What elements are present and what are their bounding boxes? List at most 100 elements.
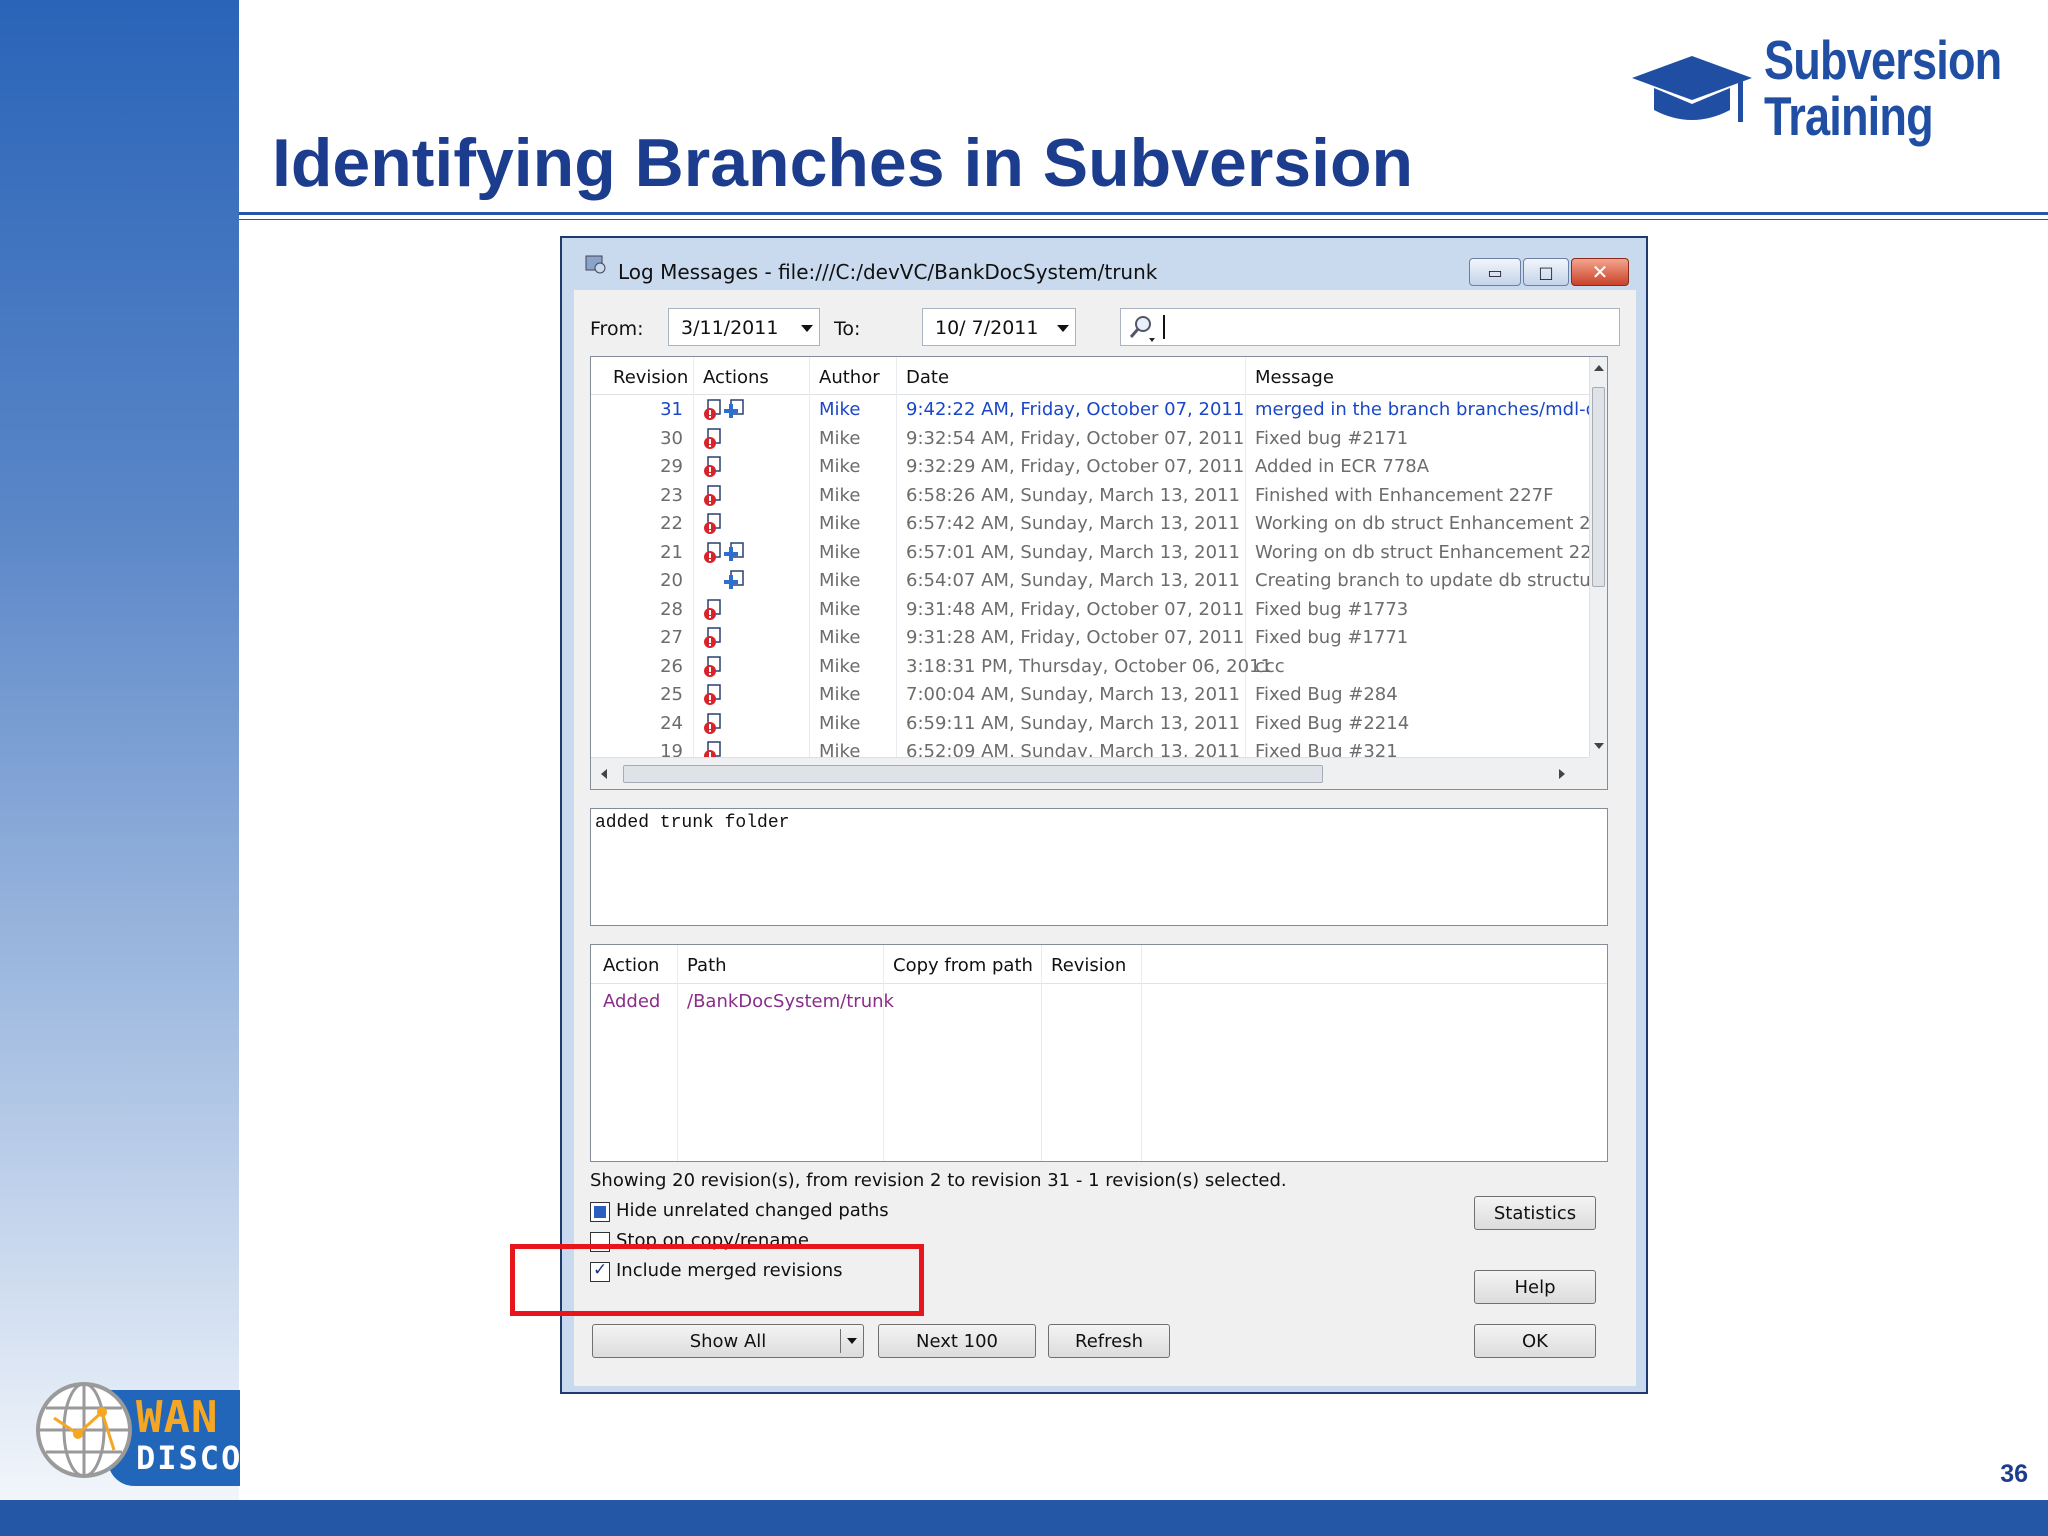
scroll-down-icon[interactable] [1594, 743, 1604, 749]
next-100-button[interactable]: Next 100 [878, 1324, 1036, 1358]
modified-icon [704, 684, 721, 705]
hide-unrelated-label[interactable]: Hide unrelated changed paths [616, 1200, 889, 1221]
row-message: Fixed bug #1773 [1255, 598, 1409, 620]
modified-icon [704, 484, 721, 506]
path-action[interactable]: Added [603, 991, 660, 1012]
row-date: 6:57:01 AM, Sunday, March 13, 2011 [906, 541, 1240, 563]
row-revision: 31 [660, 399, 683, 420]
row-actions [703, 655, 783, 683]
col-path-revision[interactable]: Revision [1051, 955, 1126, 976]
row-revision: 24 [660, 712, 683, 734]
col-copy-from-path[interactable]: Copy from path [893, 955, 1033, 976]
changed-paths-list[interactable]: Action Path Copy from path Revision Adde… [590, 944, 1608, 1162]
close-button[interactable]: ✕ [1571, 258, 1629, 286]
row-actions [703, 484, 783, 512]
row-date: 9:31:48 AM, Friday, October 07, 2011 [906, 598, 1245, 620]
path-value[interactable]: /BankDocSystem/trunk [687, 991, 894, 1012]
globe-icon [36, 1382, 132, 1478]
left-gradient-bar [0, 0, 239, 1500]
row-actions [703, 712, 783, 740]
row-author: Mike [819, 655, 861, 677]
from-date-picker[interactable]: 3/11/2011 [668, 308, 820, 346]
modified-icon [704, 513, 721, 534]
maximize-button[interactable]: □ [1523, 258, 1569, 286]
status-text: Showing 20 revision(s), from revision 2 … [590, 1170, 1287, 1191]
row-revision: 28 [660, 598, 683, 620]
log-row[interactable]: 30 Mike 9:32:54 AM, Friday, October 07, 20… [591, 426, 1591, 455]
log-row[interactable]: 31 Mike 9:42:22 AM, Friday, October 07, 20… [591, 397, 1591, 426]
row-actions [703, 427, 783, 455]
log-row[interactable]: 25 Mike 7:00:04 AM, Sunday, March 13, 2011… [591, 682, 1591, 711]
minimize-button[interactable]: ▭ [1469, 258, 1521, 286]
to-date-picker[interactable]: 10/ 7/2011 [922, 308, 1076, 346]
col-date[interactable]: Date [906, 367, 949, 388]
col-revision[interactable]: Revision [613, 367, 688, 388]
row-revision: 30 [660, 427, 683, 449]
row-date: 6:57:42 AM, Sunday, March 13, 2011 [906, 513, 1240, 534]
horizontal-scroll-thumb[interactable] [623, 765, 1323, 783]
log-row[interactable]: 21 Mike 6:57:01 AM, Sunday, March 13, 2011… [591, 540, 1591, 569]
log-row[interactable]: 26 Mike 3:18:31 PM, Thursday, October 06, … [591, 654, 1591, 683]
slide-number: 36 [2000, 1460, 2028, 1488]
row-author: Mike [819, 541, 861, 563]
show-all-label: Show All [689, 1330, 767, 1352]
chevron-down-icon[interactable] [801, 325, 813, 332]
log-row[interactable]: 28 Mike 9:31:48 AM, Friday, October 07, 20… [591, 597, 1591, 626]
col-path[interactable]: Path [687, 955, 727, 976]
row-revision: 21 [660, 541, 683, 563]
log-row[interactable]: 27 Mike 9:31:28 AM, Friday, October 07, 20… [591, 625, 1591, 654]
row-actions [703, 399, 783, 426]
scroll-up-icon[interactable] [1594, 365, 1604, 371]
modified-icon [704, 712, 721, 734]
col-action[interactable]: Action [603, 955, 659, 976]
log-row[interactable]: 20 Mike 6:54:07 AM, Sunday, March 13, 2011… [591, 568, 1591, 597]
added-icon [724, 570, 744, 589]
row-actions [703, 456, 783, 483]
vertical-scrollbar[interactable] [1589, 357, 1607, 757]
scroll-left-icon[interactable] [601, 769, 607, 779]
row-date: 9:32:29 AM, Friday, October 07, 2011 [906, 456, 1245, 477]
logo-line2: Training [1764, 85, 1934, 147]
log-message-box[interactable]: added trunk folder [590, 808, 1608, 926]
row-revision: 29 [660, 456, 683, 477]
log-messages-window: Log Messages - file:///C:/devVC/BankDocS… [560, 236, 1648, 1394]
maximize-icon: □ [1538, 262, 1554, 282]
row-message: Fixed bug #2171 [1255, 427, 1409, 449]
search-input[interactable] [1120, 308, 1620, 346]
hide-unrelated-checkbox[interactable] [590, 1202, 610, 1222]
horizontal-scrollbar[interactable] [591, 757, 1591, 789]
show-all-button[interactable]: Show All [592, 1324, 864, 1358]
row-message: Working on db struct Enhancement 227F [1255, 513, 1591, 534]
chevron-down-icon[interactable] [847, 1338, 857, 1344]
log-row[interactable]: 22 Mike 6:57:42 AM, Sunday, March 13, 2011… [591, 511, 1591, 540]
logo-line1: Subversion [1764, 29, 2002, 91]
statistics-button[interactable]: Statistics [1474, 1196, 1596, 1230]
log-list[interactable]: Revision Actions Author Date Message 31 M… [590, 356, 1608, 790]
row-author: Mike [819, 712, 861, 734]
scroll-right-icon[interactable] [1559, 769, 1565, 779]
row-actions [703, 541, 783, 569]
modified-icon [704, 598, 721, 620]
log-row[interactable]: 29 Mike 9:32:29 AM, Friday, October 07, 20… [591, 454, 1591, 483]
chevron-down-icon[interactable] [1057, 325, 1069, 332]
ok-button[interactable]: OK [1474, 1324, 1596, 1358]
log-row[interactable]: 23 Mike 6:58:26 AM, Sunday, March 13, 2011… [591, 483, 1591, 512]
row-revision: 26 [660, 655, 683, 677]
help-button[interactable]: Help [1474, 1270, 1596, 1304]
from-label: From: [590, 318, 644, 340]
col-author[interactable]: Author [819, 367, 880, 388]
refresh-button[interactable]: Refresh [1048, 1324, 1170, 1358]
log-row[interactable]: 24 Mike 6:59:11 AM, Sunday, March 13, 2011… [591, 711, 1591, 740]
log-message-text: added trunk folder [595, 813, 790, 833]
col-actions[interactable]: Actions [703, 367, 769, 388]
vertical-scroll-thumb[interactable] [1592, 387, 1605, 587]
search-icon[interactable] [1127, 313, 1157, 343]
col-message[interactable]: Message [1255, 367, 1334, 388]
row-message: Finished with Enhancement 227F [1255, 484, 1554, 506]
text-caret [1163, 315, 1165, 339]
window-titlebar[interactable]: Log Messages - file:///C:/devVC/BankDocS… [568, 238, 1640, 288]
row-actions [703, 570, 783, 597]
row-date: 3:18:31 PM, Thursday, October 06, 2011 [906, 655, 1272, 677]
title-rule-thin [239, 219, 2048, 220]
modified-icon [704, 627, 721, 648]
